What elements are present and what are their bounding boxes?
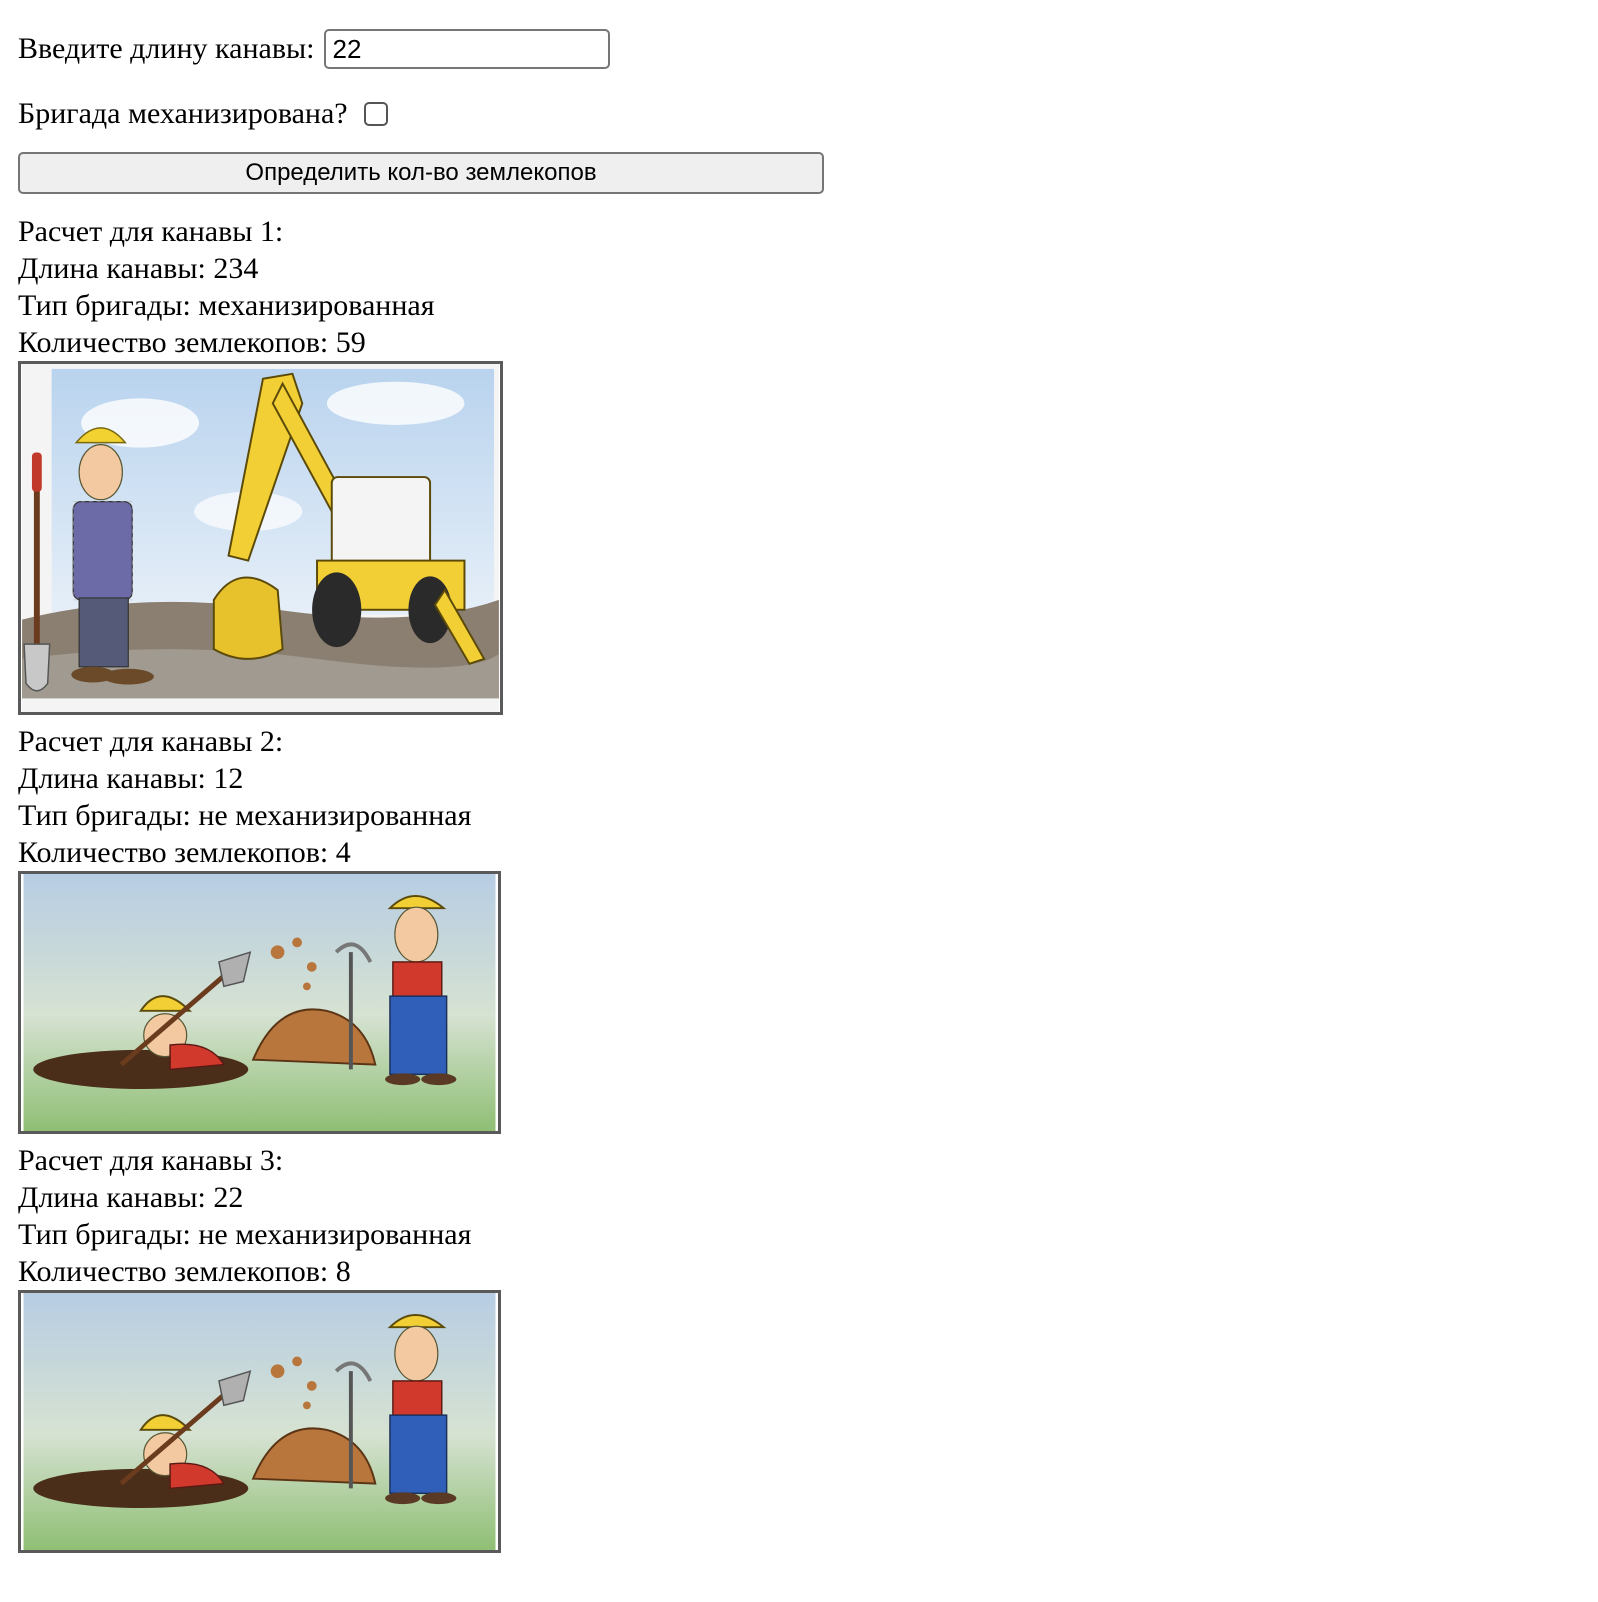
result-block: Расчет для канавы 1: Длина канавы: 234 Т…	[18, 213, 818, 715]
worker-with-excavator-illustration	[18, 361, 503, 715]
mechanized-row: Бригада механизирована?	[18, 94, 388, 134]
length-row: Введите длину канавы:	[18, 28, 611, 70]
result-digger-count: Количество землекопов: 4	[18, 836, 351, 869]
calculate-diggers-button[interactable]: Определить кол-во землекопов	[18, 152, 824, 194]
result-length: Длина канавы: 12	[18, 762, 244, 795]
result-length: Длина канавы: 22	[18, 1181, 244, 1214]
mechanized-label: Бригада механизирована?	[18, 97, 348, 130]
manual-diggers-illustration	[18, 871, 501, 1134]
results-list: Расчет для канавы 1: Длина канавы: 234 Т…	[18, 213, 818, 1561]
manual-diggers-illustration	[18, 1290, 501, 1553]
result-block: Расчет для канавы 2: Длина канавы: 12 Ти…	[18, 723, 818, 1134]
length-label: Введите длину канавы:	[18, 32, 315, 65]
result-length: Длина канавы: 234	[18, 252, 259, 285]
mechanized-checkbox[interactable]	[363, 102, 388, 126]
result-brigade-type: Тип бригады: механизированная	[18, 289, 435, 322]
result-heading: Расчет для канавы 1:	[18, 215, 284, 248]
result-brigade-type: Тип бригады: не механизированная	[18, 1218, 472, 1251]
length-input[interactable]	[324, 29, 611, 69]
result-block: Расчет для канавы 3: Длина канавы: 22 Ти…	[18, 1142, 818, 1553]
result-brigade-type: Тип бригады: не механизированная	[18, 799, 472, 832]
result-heading: Расчет для канавы 2:	[18, 725, 284, 758]
result-digger-count: Количество землекопов: 59	[18, 326, 366, 359]
result-digger-count: Количество землекопов: 8	[18, 1255, 351, 1288]
result-heading: Расчет для канавы 3:	[18, 1144, 284, 1177]
